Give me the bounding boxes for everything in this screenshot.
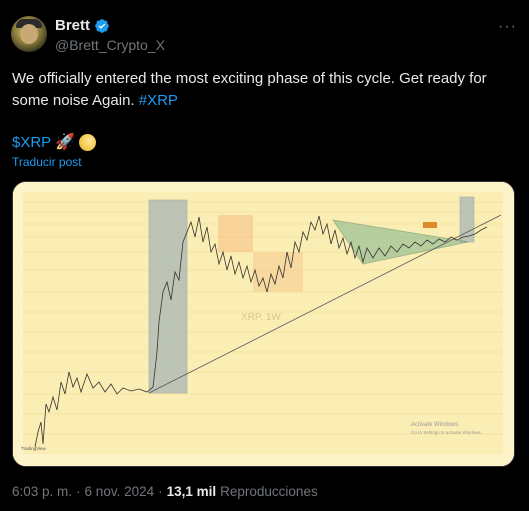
author-name[interactable]: Brett [55,17,90,34]
meta-separator: · [76,484,81,499]
translate-post-link[interactable]: Traducir post [12,155,82,169]
post-date[interactable]: 6 nov. 2024 [85,484,155,499]
verified-badge-icon [95,18,109,33]
avatar-face [20,24,38,44]
chart-screenshot[interactable]: XRP, 1W Activate Windows Go to Settings … [12,181,515,467]
chart-toolbar [13,182,514,192]
meta-separator: · [158,484,163,499]
tradingview-logo: TradingView [21,446,47,451]
cashtag-row: $XRP 🚀 [12,132,97,152]
label-tag [423,222,437,228]
views-label: Reproducciones [220,484,318,499]
time-scale [13,454,503,466]
author-name-row[interactable]: Brett [55,17,110,34]
tweet-text: We officially entered the most exciting … [12,68,517,112]
activate-windows-title: Activate Windows [411,422,458,428]
drawing-toolbar [13,192,23,454]
rocket-icon: 🚀 [55,134,76,151]
moon-icon [79,133,97,151]
tweet-body: We officially entered the most exciting … [12,70,487,109]
more-icon[interactable]: ··· [498,18,517,36]
price-scale [503,192,514,466]
author-handle[interactable]: @Brett_Crypto_X [55,37,165,53]
highlight-zone-left [148,199,188,394]
cashtag-link[interactable]: $XRP [12,134,51,151]
views-count: 13,1 mil [166,484,217,499]
post-time[interactable]: 6:03 p. m. [12,484,72,499]
zone-orange-1 [218,215,253,252]
activate-windows-subtitle: Go to Settings to activate Windows. [411,430,482,435]
post-metadata: 6:03 p. m. · 6 nov. 2024 · 13,1 mil Repr… [12,484,318,499]
chart-image: XRP, 1W Activate Windows Go to Settings … [13,182,514,466]
hashtag-link[interactable]: #XRP [139,92,178,109]
user-avatar[interactable] [11,16,47,52]
chart-watermark: XRP, 1W [241,312,281,323]
